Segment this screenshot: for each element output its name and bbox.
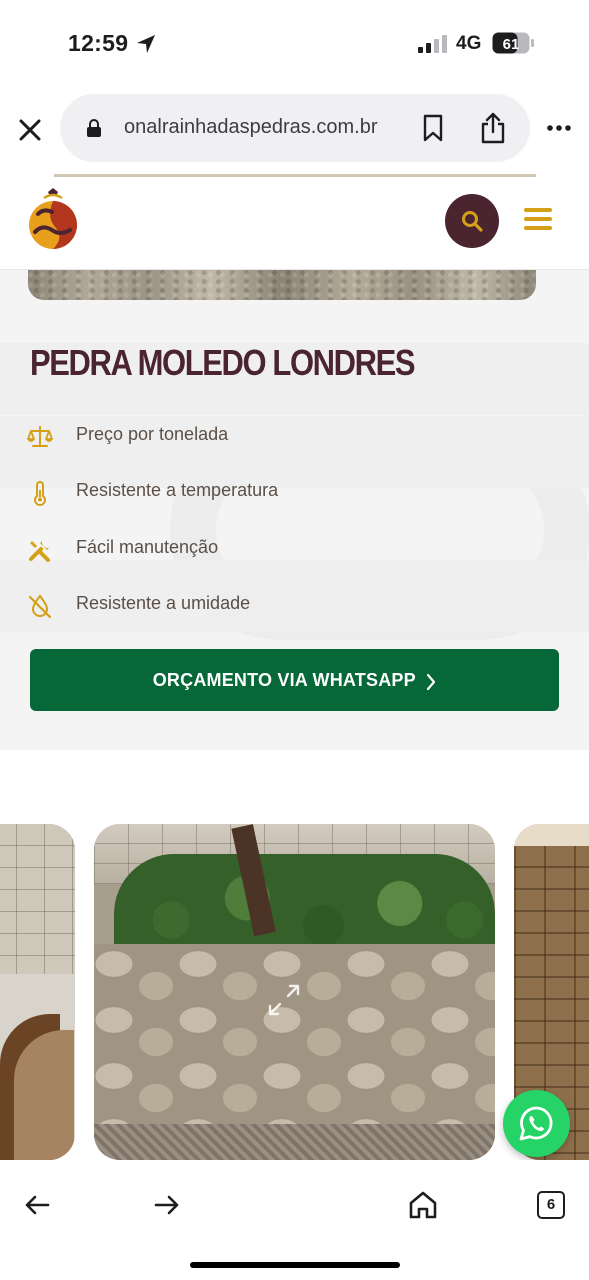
location-arrow-icon: [137, 35, 155, 53]
status-bar: 12:59 4G 61: [0, 0, 589, 88]
tools-icon: [29, 541, 50, 562]
scale-icon: [27, 426, 53, 447]
cellular-signal-icon: [418, 35, 447, 53]
search-button[interactable]: [445, 194, 499, 248]
thermometer-icon: [34, 481, 46, 506]
share-icon[interactable]: [480, 112, 506, 144]
battery-icon: 61: [492, 32, 534, 54]
image-gallery-carousel[interactable]: [0, 824, 589, 1160]
hamburger-menu-icon[interactable]: [524, 208, 552, 234]
gallery-image-current[interactable]: [94, 824, 495, 1160]
url-text[interactable]: onalrainhadaspedras.com.br: [124, 116, 404, 139]
product-title: PEDRA MOLEDO LONDRES: [30, 342, 416, 383]
forward-arrow-icon[interactable]: [154, 1194, 180, 1216]
gallery-image-previous[interactable]: [0, 824, 75, 1160]
site-header: [0, 174, 589, 270]
more-options-icon[interactable]: [546, 124, 572, 132]
product-image-bottom: [28, 270, 536, 300]
feature-label: Resistente a temperatura: [76, 480, 279, 500]
feature-item: Resistente a temperatura: [0, 464, 589, 520]
whatsapp-floating-button[interactable]: [503, 1090, 570, 1157]
address-bar[interactable]: onalrainhadaspedras.com.br: [60, 94, 530, 162]
whatsapp-quote-button[interactable]: ORÇAMENTO VIA WHATSAPP: [30, 649, 559, 711]
brand-logo[interactable]: [26, 188, 80, 250]
tab-count: 6: [546, 1196, 556, 1213]
back-arrow-icon[interactable]: [24, 1194, 50, 1216]
close-icon[interactable]: [16, 116, 44, 144]
cta-label: ORÇAMENTO VIA WHATSAPP: [152, 670, 416, 690]
chevron-right-icon: [427, 673, 436, 690]
battery-level: 61: [503, 36, 520, 53]
feature-label: Preço por tonelada: [76, 424, 229, 444]
expand-icon[interactable]: [266, 982, 302, 1018]
browser-url-area: onalrainhadaspedras.com.br: [0, 88, 589, 174]
feature-label: Fácil manutenção: [76, 537, 219, 557]
whatsapp-icon: [519, 1106, 553, 1141]
network-type: 4G: [456, 33, 482, 54]
home-icon[interactable]: [408, 1190, 438, 1220]
feature-item: Resistente a umidade: [0, 577, 589, 633]
tabs-button[interactable]: 6: [537, 1191, 565, 1219]
status-time: 12:59: [68, 30, 129, 56]
home-indicator: [190, 1262, 400, 1268]
header-image-edge: [54, 174, 536, 177]
feature-label: Resistente a umidade: [76, 593, 251, 613]
bookmark-icon[interactable]: [422, 114, 444, 142]
search-icon: [462, 211, 483, 232]
lock-icon: [87, 119, 101, 137]
no-water-icon: [28, 594, 52, 619]
feature-item: Fácil manutenção: [0, 521, 589, 577]
browser-toolbar: 6: [0, 1160, 589, 1280]
product-section: PEDRA MOLEDO LONDRES Preço por tonelada …: [0, 270, 589, 750]
feature-item: Preço por tonelada: [0, 408, 589, 464]
